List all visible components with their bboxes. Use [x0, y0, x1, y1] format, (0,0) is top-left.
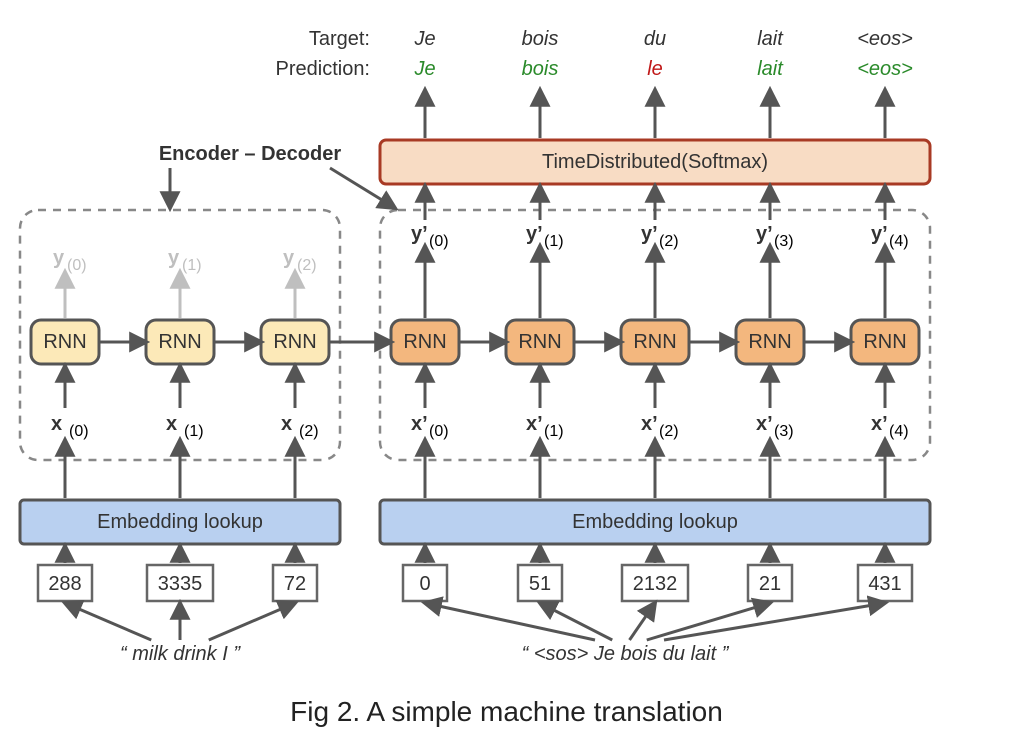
decoder-y-sub: (1)	[544, 233, 564, 250]
token-id-value: 72	[284, 573, 306, 595]
prediction-token: le	[647, 58, 663, 80]
token-id-value: 288	[48, 573, 81, 595]
prediction-token: <eos>	[857, 58, 913, 80]
title-label: Encoder – Decoder	[159, 143, 342, 165]
target-token: Je	[413, 28, 435, 50]
token-id-value: 2132	[633, 573, 678, 595]
token-id-value: 51	[529, 573, 551, 595]
decoder-input-phrase: “ <sos> Je bois du lait ”	[522, 643, 730, 665]
decoder-x-label: x’	[411, 413, 428, 435]
rnn-label: RNN	[273, 331, 316, 353]
encoder-x-label: x	[166, 413, 177, 435]
encoder-x-label: x	[51, 413, 62, 435]
encoder-y-label: y	[168, 247, 180, 269]
decoder-x-label-sub: (1)	[544, 423, 564, 440]
decoder-y-label: y’	[411, 223, 428, 245]
decoder-y-sub: (2)	[659, 233, 679, 250]
target-header: Target:	[309, 28, 370, 50]
rnn-label: RNN	[403, 331, 446, 353]
embedding-label: Embedding lookup	[97, 511, 263, 533]
prediction-token: bois	[522, 58, 559, 80]
encoder-y-label: y	[283, 247, 295, 269]
token-id-value: 431	[868, 573, 901, 595]
prediction-token: lait	[757, 58, 784, 80]
rnn-label: RNN	[863, 331, 906, 353]
encoder-x-label-sub: (0)	[69, 423, 89, 440]
rnn-label: RNN	[633, 331, 676, 353]
encoder-input-phrase: “ milk drink I ”	[120, 643, 241, 665]
encoder-y-sub: (2)	[297, 257, 317, 274]
decoder-x-label-sub: (3)	[774, 423, 794, 440]
decoder-x-label: x’	[756, 413, 773, 435]
prediction-header: Prediction:	[276, 58, 371, 80]
token-id-value: 0	[419, 573, 430, 595]
encoder-y-sub: (1)	[182, 257, 202, 274]
target-token: bois	[522, 28, 559, 50]
encoder-x-label-sub: (1)	[184, 423, 204, 440]
encoder-y-sub: (0)	[67, 257, 87, 274]
decoder-y-sub: (3)	[774, 233, 794, 250]
decoder-x-label: x’	[871, 413, 888, 435]
encoder-x-label-sub: (2)	[299, 423, 319, 440]
token-id-value: 21	[759, 573, 781, 595]
decoder-x-label-sub: (2)	[659, 423, 679, 440]
prediction-token: Je	[413, 58, 435, 80]
decoder-y-label: y’	[871, 223, 888, 245]
decoder-y-label: y’	[526, 223, 543, 245]
encoder-x-label: x	[281, 413, 292, 435]
target-token: <eos>	[857, 28, 913, 50]
rnn-label: RNN	[748, 331, 791, 353]
token-id-value: 3335	[158, 573, 203, 595]
decoder-y-label: y’	[641, 223, 658, 245]
decoder-y-sub: (0)	[429, 233, 449, 250]
decoder-x-label-sub: (0)	[429, 423, 449, 440]
diagram: Encoder – Decoder TimeDistributed(Softmax…	[0, 0, 1013, 700]
target-token: du	[644, 28, 666, 50]
decoder-x-label: x’	[641, 413, 658, 435]
figure-caption: Fig 2. A simple machine translation	[0, 696, 1013, 728]
rnn-label: RNN	[158, 331, 201, 353]
decoder-x-label-sub: (4)	[889, 423, 909, 440]
embedding-label: Embedding lookup	[572, 511, 738, 533]
decoder-y-sub: (4)	[889, 233, 909, 250]
encoder-y-label: y	[53, 247, 65, 269]
decoder-x-label: x’	[526, 413, 543, 435]
rnn-label: RNN	[518, 331, 561, 353]
target-token: lait	[757, 28, 784, 50]
rnn-label: RNN	[43, 331, 86, 353]
softmax-label: TimeDistributed(Softmax)	[542, 151, 768, 173]
decoder-y-label: y’	[756, 223, 773, 245]
